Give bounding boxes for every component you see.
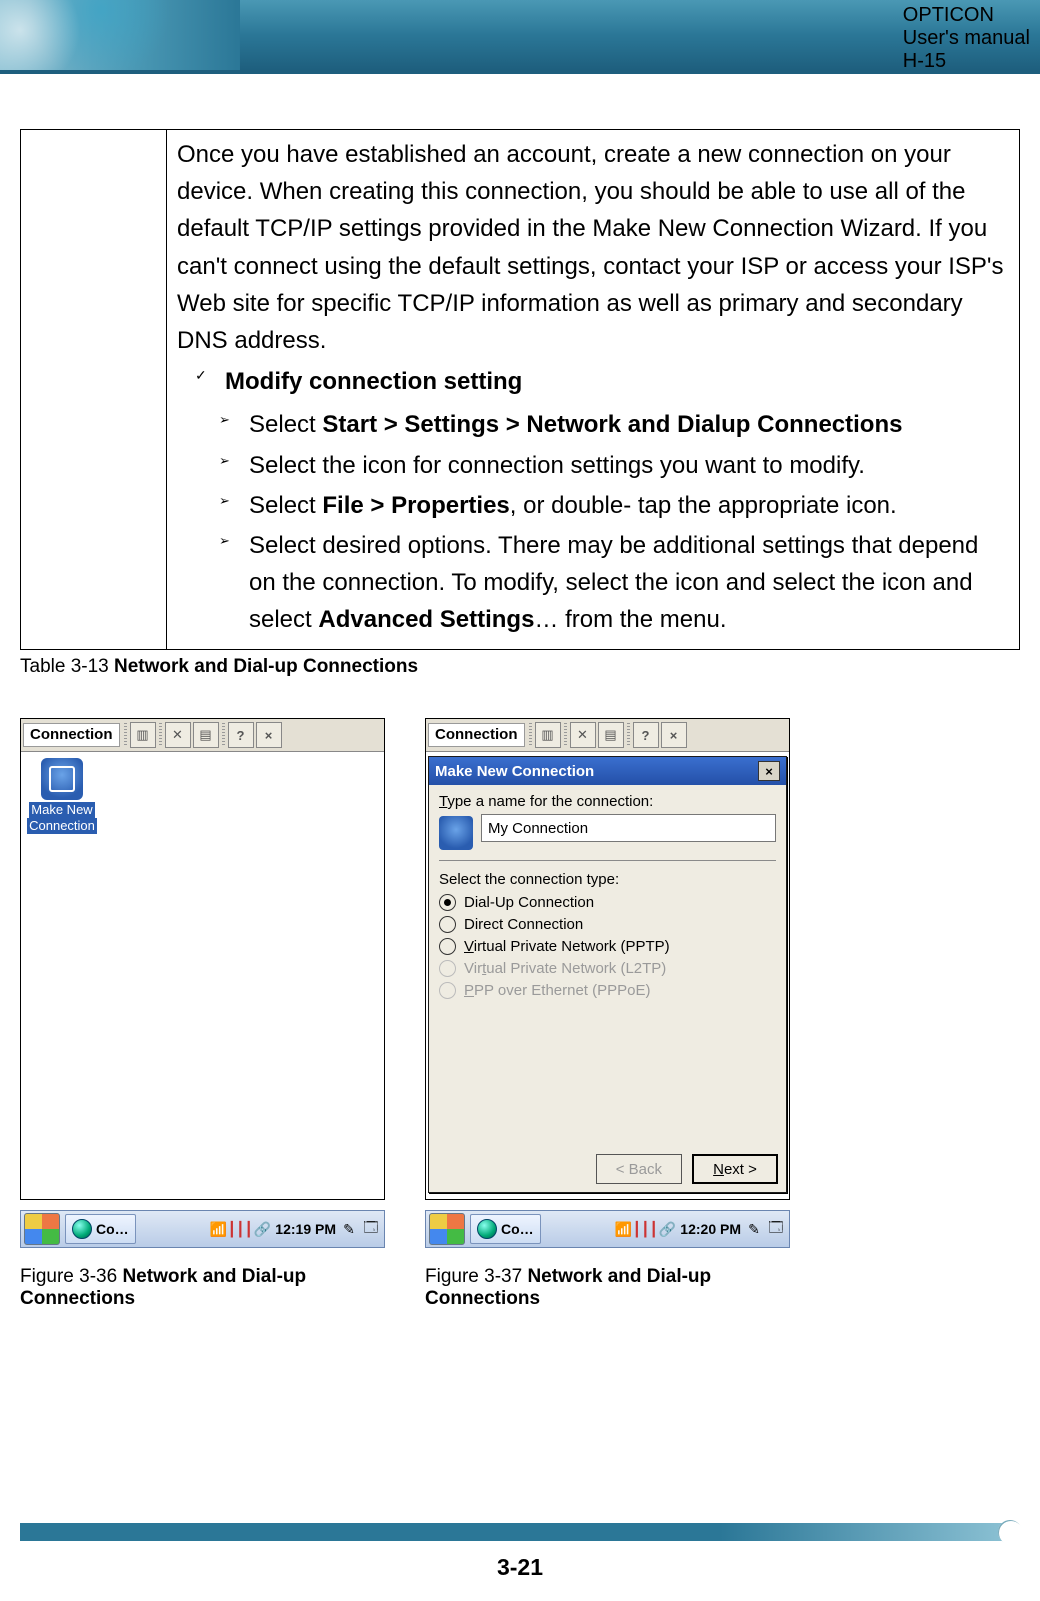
connection-name-input[interactable]: [481, 814, 776, 842]
figure-3-37: Connection ▥ ✕ ▤ ? × Make New Connection…: [425, 718, 790, 1310]
connection-glyph-icon: [439, 816, 473, 850]
toolbar-title: Connection: [23, 723, 120, 747]
taskbar-clock[interactable]: 12:19 PM: [275, 1221, 336, 1237]
toolbar-title: Connection: [428, 723, 525, 747]
tray-desktop-icon[interactable]: 🗔: [362, 1220, 380, 1238]
name-label: Type a name for the connection:: [439, 793, 776, 810]
table-content-cell: Once you have established an account, cr…: [167, 130, 1020, 650]
toolbar: Connection ▥ ✕ ▤ ? ×: [426, 719, 789, 752]
dialog-body: Type a name for the connection: Select t…: [429, 785, 786, 1146]
taskbar: Co… 📶 ┃┃┃ 🔗 12:19 PM ✎ 🗔: [20, 1210, 385, 1248]
toolbar-separator: [159, 723, 162, 747]
system-tray: 📶 ┃┃┃ 🔗 12:20 PM ✎ 🗔: [610, 1220, 789, 1238]
step-file-properties: Select File > Properties, or double- tap…: [219, 487, 1009, 524]
toolbar-properties-icon[interactable]: ▤: [193, 722, 219, 748]
tray-network-icon[interactable]: 📶: [614, 1220, 632, 1238]
toolbar-view-icon[interactable]: ▥: [130, 722, 156, 748]
radio-icon: [439, 916, 456, 933]
radio-icon: [439, 982, 456, 999]
radio-icon: [439, 894, 456, 911]
taskbar-app-button[interactable]: Co…: [65, 1214, 136, 1244]
header-line2: User's manual: [903, 27, 1030, 50]
divider: [439, 860, 776, 861]
globe-icon: [477, 1219, 497, 1239]
toolbar-properties-icon[interactable]: ▤: [598, 722, 624, 748]
start-button[interactable]: [24, 1213, 60, 1245]
toolbar-separator: [124, 723, 127, 747]
table-left-cell: [21, 130, 167, 650]
header-line3: H-15: [903, 50, 1030, 70]
figure-caption: Figure 3-37 Network and Dial-up Connecti…: [425, 1266, 790, 1310]
window-body: Make New Connection: [21, 752, 384, 1199]
make-new-connection-icon[interactable]: Make New Connection: [27, 758, 97, 833]
make-new-connection-dialog: Make New Connection × Type a name for th…: [428, 756, 787, 1193]
step-select-icon: Select the icon for connection settings …: [219, 447, 1009, 484]
header-decoration: [0, 0, 240, 70]
figure-3-36: Connection ▥ ✕ ▤ ? × Make New Connection: [20, 718, 385, 1310]
close-button[interactable]: ×: [661, 722, 687, 748]
close-button[interactable]: ×: [256, 722, 282, 748]
tray-pen-icon[interactable]: ✎: [745, 1220, 763, 1238]
connection-glyph-icon: [41, 758, 83, 800]
radio-direct[interactable]: Direct Connection: [439, 916, 776, 933]
globe-icon: [72, 1219, 92, 1239]
footer-stripe: [20, 1523, 1020, 1541]
tray-pen-icon[interactable]: ✎: [340, 1220, 358, 1238]
radio-vpn-l2tp: Virtual Private Network (L2TP): [439, 960, 776, 977]
taskbar: Co… 📶 ┃┃┃ 🔗 12:20 PM ✎ 🗔: [425, 1210, 790, 1248]
connection-window-1: Connection ▥ ✕ ▤ ? × Make New Connection: [20, 718, 385, 1200]
header-line1: OPTICON: [903, 4, 1030, 27]
step-advanced-settings: Select desired options. There may be add…: [219, 527, 1009, 639]
tray-desktop-icon[interactable]: 🗔: [767, 1220, 785, 1238]
system-tray: 📶 ┃┃┃ 🔗 12:19 PM ✎ 🗔: [205, 1220, 384, 1238]
help-button[interactable]: ?: [633, 722, 659, 748]
dialog-footer: < Back Next >: [429, 1146, 786, 1192]
toolbar-delete-icon[interactable]: ✕: [570, 722, 596, 748]
help-button[interactable]: ?: [228, 722, 254, 748]
page-number: 3-21: [0, 1554, 1040, 1581]
tray-volume-icon[interactable]: ┃┃┃: [636, 1220, 654, 1238]
step-select-start: Select Start > Settings > Network and Di…: [219, 406, 1009, 443]
tray-connect-icon[interactable]: 🔗: [658, 1220, 676, 1238]
window-body: Make New Connection × Type a name for th…: [426, 752, 789, 1199]
dialog-close-button[interactable]: ×: [758, 761, 780, 781]
check-modify-connection: Modify connection setting: [195, 363, 1009, 400]
table-caption: Table 3-13 Network and Dial-up Connectio…: [20, 656, 1020, 678]
taskbar-app-button[interactable]: Co…: [470, 1214, 541, 1244]
tray-network-icon[interactable]: 📶: [209, 1220, 227, 1238]
radio-icon: [439, 938, 456, 955]
tray-connect-icon[interactable]: 🔗: [253, 1220, 271, 1238]
intro-paragraph: Once you have established an account, cr…: [177, 136, 1009, 359]
tray-volume-icon[interactable]: ┃┃┃: [231, 1220, 249, 1238]
instructions-table: Once you have established an account, cr…: [20, 129, 1020, 650]
toolbar-delete-icon[interactable]: ✕: [165, 722, 191, 748]
taskbar-clock[interactable]: 12:20 PM: [680, 1221, 741, 1237]
radio-icon: [439, 960, 456, 977]
dialog-titlebar: Make New Connection ×: [429, 757, 786, 785]
back-button: < Back: [596, 1154, 682, 1184]
select-type-label: Select the connection type:: [439, 871, 776, 888]
toolbar-view-icon[interactable]: ▥: [535, 722, 561, 748]
toolbar: Connection ▥ ✕ ▤ ? ×: [21, 719, 384, 752]
page-header: OPTICON User's manual H-15: [0, 0, 1040, 70]
radio-pppoe: PPP over Ethernet (PPPoE): [439, 982, 776, 999]
header-text: OPTICON User's manual H-15: [903, 4, 1030, 70]
next-button[interactable]: Next >: [692, 1154, 778, 1184]
connection-window-2: Connection ▥ ✕ ▤ ? × Make New Connection…: [425, 718, 790, 1200]
figure-caption: Figure 3-36 Network and Dial-up Connecti…: [20, 1266, 385, 1310]
start-button[interactable]: [429, 1213, 465, 1245]
radio-dial-up[interactable]: Dial-Up Connection: [439, 894, 776, 911]
radio-vpn-pptp[interactable]: Virtual Private Network (PPTP): [439, 938, 776, 955]
toolbar-separator: [222, 723, 225, 747]
dialog-title-text: Make New Connection: [435, 763, 594, 780]
